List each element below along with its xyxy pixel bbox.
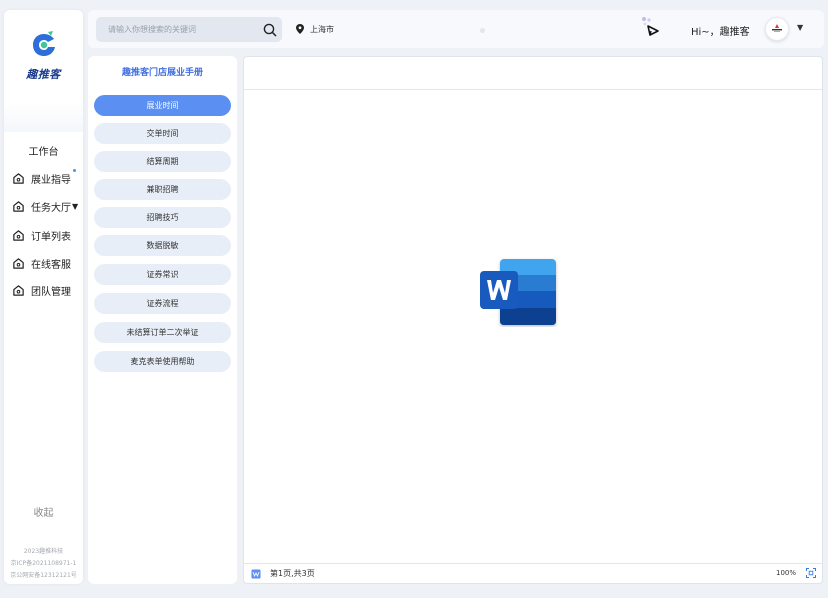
search-input[interactable] [96,17,258,42]
sidebar-item-order-list[interactable]: 订单列表 [12,225,71,245]
manual-item-data-masking[interactable]: 数据脱敏 [94,235,231,256]
viewer-toolbar [244,57,822,90]
avatar[interactable] [765,17,789,41]
sidebar-item-label: 在线客服 [31,259,71,271]
manual-title: 趣推客门店展业手册 [121,68,203,78]
manual-item-recruiting-tips[interactable]: 招聘技巧 [94,207,231,228]
decorative-dot [480,28,485,33]
sidebar-footer: 2023趣推科技 京ICP备2021108971-1 京公网安备12312121… [4,546,83,582]
copyright-text: 2023趣推科技 [23,548,64,555]
sidebar-item-task-hall[interactable]: 任务大厅 ▼ [12,196,78,216]
sidebar-item-label: 订单列表 [31,231,71,243]
user-menu-caret-icon[interactable]: ▼ [797,23,803,32]
manual-item-business-hours[interactable]: 展业时间 [94,95,231,116]
fit-screen-icon[interactable] [806,568,816,578]
app-logo[interactable]: 趣推客 [4,30,83,82]
workbench-heading: 工作台 [28,147,59,158]
sidebar-item-online-service[interactable]: 在线客服 [12,253,71,273]
avatar-logo-icon [772,24,782,32]
caret-down-icon: ▼ [72,201,79,211]
sidebar-item-label: 任务大厅 [31,202,71,214]
user-greeting: Hi~，趣推客 [691,27,750,38]
icp-license-text: 京ICP备2021108971-1 [10,560,77,567]
home-icon [13,284,24,296]
document-viewer: 第1页,共3页 100% [243,56,823,584]
search-box [96,17,282,42]
manual-item-submission-time[interactable]: 交单时间 [94,123,231,144]
manual-item-securities-process[interactable]: 证券流程 [94,293,231,314]
viewer-status-bar: 第1页,共3页 100% [244,563,822,583]
manual-item-form-help[interactable]: 麦克表单使用帮助 [94,351,231,372]
location-selector[interactable]: 上海市 [296,22,334,36]
home-icon [13,200,24,212]
manual-item-unsettled-order-evidence[interactable]: 未结算订单二次举证 [94,322,231,343]
sidebar-item-label: 展业指导 [31,174,71,186]
sidebar: 趣推客 工作台 展业指导 任务大厅 ▼ 订单列表 在线客服 团队管理 收起 20… [4,10,83,584]
notification-dot [73,169,76,172]
manual-item-settlement-cycle[interactable]: 结算周期 [94,151,231,172]
ai-assistant-icon[interactable] [640,16,664,40]
store-manual-panel: 趣推客门店展业手册 展业时间 交单时间 结算周期 兼职招聘 招聘技巧 数据脱敏 … [88,56,237,584]
word-document-icon [480,259,556,325]
home-icon [13,229,24,241]
sidebar-item-label: 团队管理 [31,286,71,298]
police-record-text: 京公网安备12312121号 [10,572,77,579]
logo-icon [32,31,55,56]
logo-text: 趣推客 [26,68,61,81]
location-pin-icon [296,24,304,34]
search-button[interactable] [258,17,282,42]
logo-divider [4,102,83,132]
document-pages-icon[interactable] [251,569,261,579]
manual-item-securities-basics[interactable]: 证券常识 [94,264,231,285]
collapse-sidebar-button[interactable]: 收起 [4,504,83,519]
manual-item-part-time-recruiting[interactable]: 兼职招聘 [94,179,231,200]
location-label: 上海市 [310,24,334,34]
zoom-level: 100% [775,569,796,577]
search-icon [263,23,277,36]
page-indicator: 第1页,共3页 [270,569,315,578]
sidebar-item-team-management[interactable]: 团队管理 [12,280,71,300]
home-icon [13,172,24,184]
home-icon [13,257,24,269]
sidebar-item-expansion-guide[interactable]: 展业指导 [12,168,76,188]
top-header: 上海市 Hi~，趣推客 ▼ [88,10,824,48]
